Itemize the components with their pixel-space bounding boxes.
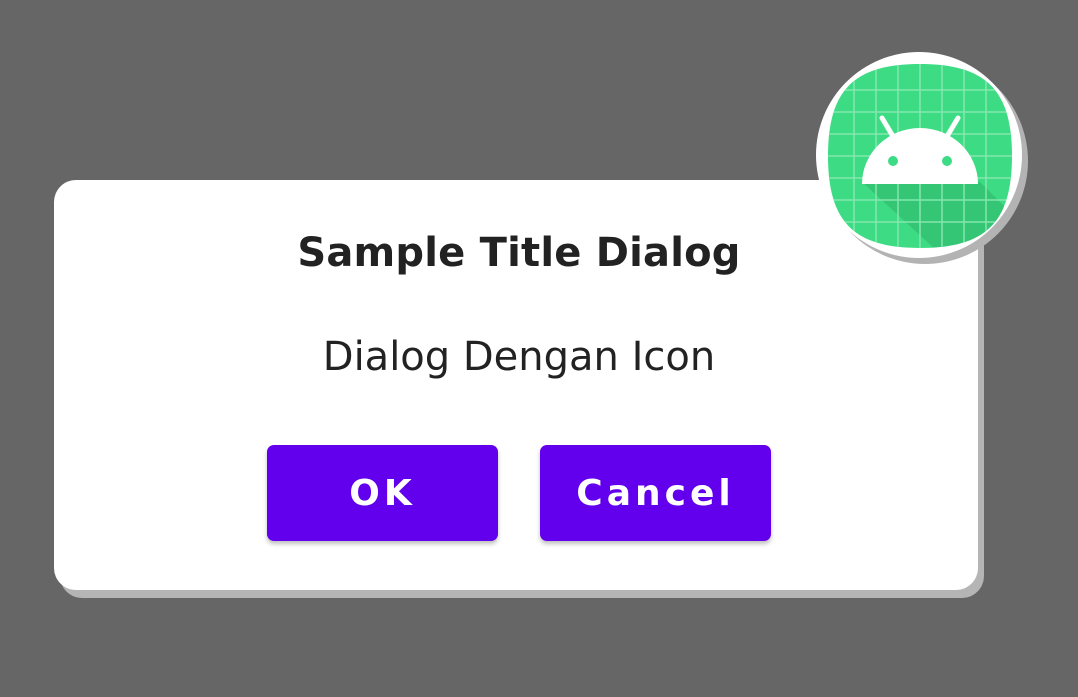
dialog-message: Dialog Dengan Icon [322, 334, 716, 380]
ok-button[interactable]: OK [267, 445, 498, 541]
android-app-icon [828, 64, 1012, 248]
cancel-button[interactable]: Cancel [540, 445, 771, 541]
